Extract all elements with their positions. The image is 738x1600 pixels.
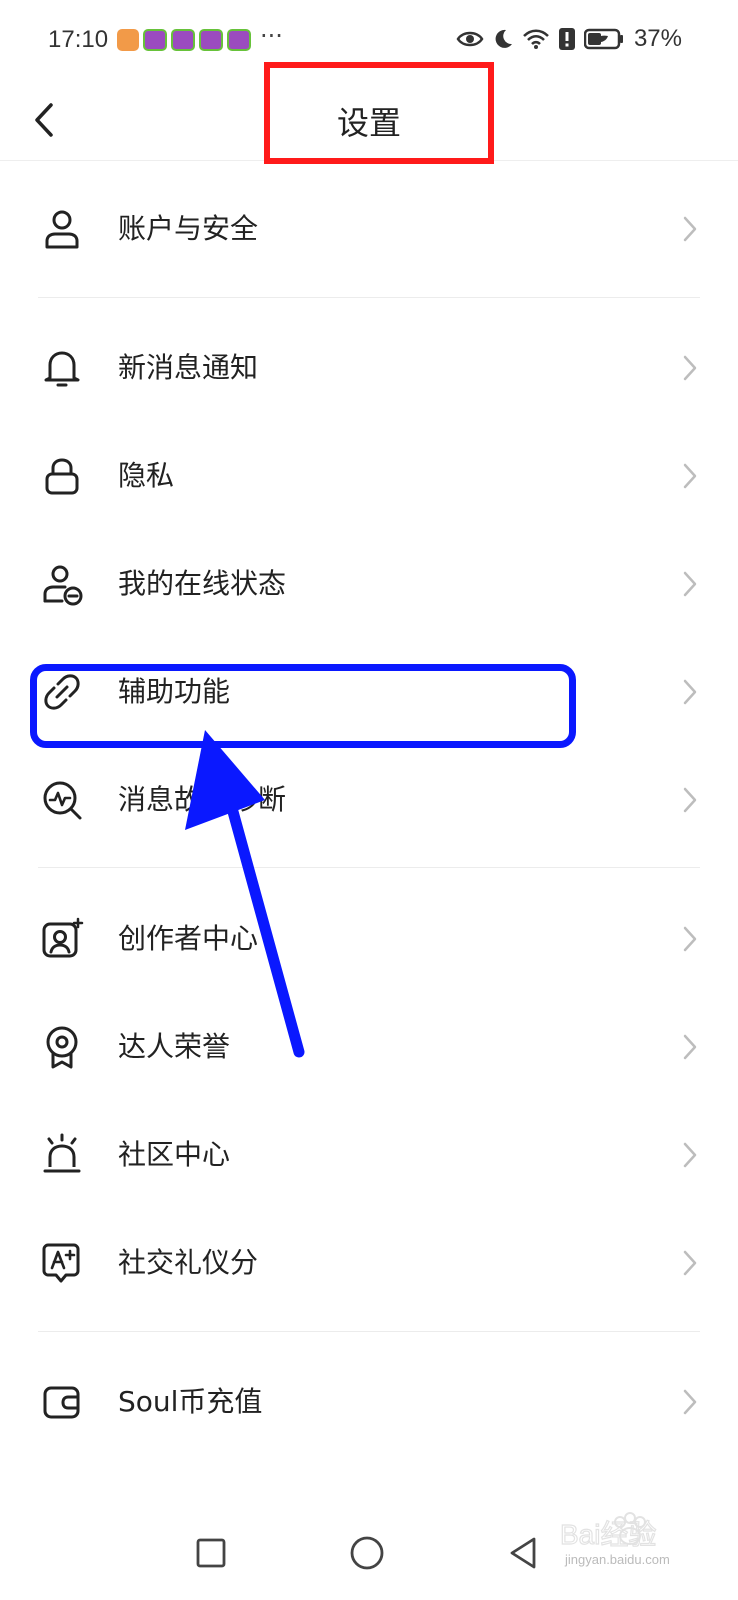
settings-item-label: 新消息通知 bbox=[118, 351, 259, 384]
divider bbox=[38, 867, 700, 868]
app-orange-icon bbox=[117, 29, 139, 51]
settings-item-honor[interactable]: 达人荣誉 bbox=[0, 993, 738, 1101]
chevron-right-icon bbox=[683, 679, 697, 705]
chevron-right-icon bbox=[683, 926, 697, 952]
title-highlight-box bbox=[264, 62, 494, 164]
watermark-url: jingyan.baidu.com bbox=[565, 1552, 670, 1567]
moon-icon bbox=[495, 29, 512, 48]
chevron-right-icon bbox=[683, 1250, 697, 1276]
settings-item-label: 创作者中心 bbox=[118, 922, 259, 955]
badge-icon bbox=[46, 1026, 78, 1069]
settings-item-label: 达人荣誉 bbox=[118, 1030, 231, 1063]
watermark-text: Bai经验 bbox=[560, 1519, 656, 1550]
diagnose-icon bbox=[43, 781, 82, 820]
settings-item-social-etiquette[interactable]: 社交礼仪分 bbox=[0, 1209, 738, 1317]
user-icon bbox=[45, 210, 79, 249]
alarm-light-icon bbox=[43, 1133, 81, 1173]
game-app-icon bbox=[143, 29, 167, 51]
settings-item-soul-coin-recharge[interactable]: Soul币充值 bbox=[0, 1348, 738, 1456]
creator-icon bbox=[42, 917, 84, 958]
wifi-icon bbox=[523, 29, 549, 49]
chevron-right-icon bbox=[683, 355, 697, 381]
game-app-icon bbox=[199, 29, 223, 51]
settings-item-label: 消息故障诊断 bbox=[118, 783, 287, 816]
settings-item-label: 社区中心 bbox=[118, 1138, 231, 1171]
settings-item-label: 隐私 bbox=[118, 459, 175, 492]
settings-item-label: 社交礼仪分 bbox=[118, 1246, 259, 1279]
divider bbox=[38, 297, 700, 298]
chevron-right-icon bbox=[683, 1389, 697, 1415]
settings-item-notifications[interactable]: 新消息通知 bbox=[0, 314, 738, 422]
chevron-right-icon bbox=[683, 1142, 697, 1168]
square-recents-icon bbox=[196, 1538, 226, 1568]
eye-icon bbox=[456, 31, 484, 47]
score-icon bbox=[42, 1243, 80, 1283]
settings-item-label: 账户与安全 bbox=[118, 212, 259, 245]
more-notifications-icon: ··· bbox=[260, 22, 283, 50]
wallet-icon bbox=[43, 1386, 80, 1419]
settings-item-label: 我的在线状态 bbox=[118, 567, 287, 600]
recents-button[interactable] bbox=[186, 1528, 236, 1578]
bell-icon bbox=[44, 351, 80, 387]
status-time: 17:10 bbox=[48, 26, 109, 53]
chevron-right-icon bbox=[683, 571, 697, 597]
triangle-back-icon bbox=[510, 1537, 536, 1569]
battery-percent: 37% bbox=[633, 25, 682, 52]
lock-icon bbox=[45, 458, 79, 495]
chevron-right-icon bbox=[683, 787, 697, 813]
alert-icon bbox=[558, 28, 575, 50]
settings-item-online-status[interactable]: 我的在线状态 bbox=[0, 530, 738, 638]
game-app-icon bbox=[227, 29, 251, 51]
circle-home-icon bbox=[350, 1536, 384, 1570]
settings-item-community-center[interactable]: 社区中心 bbox=[0, 1101, 738, 1209]
battery-icon bbox=[583, 28, 623, 50]
settings-item-label: Soul币充值 bbox=[118, 1385, 263, 1418]
nav-back-button[interactable] bbox=[498, 1528, 548, 1578]
game-app-icon bbox=[171, 29, 195, 51]
chevron-right-icon bbox=[683, 463, 697, 489]
chevron-right-icon bbox=[683, 1034, 697, 1060]
home-button[interactable] bbox=[342, 1528, 392, 1578]
user-status-icon bbox=[43, 565, 83, 606]
divider bbox=[38, 1331, 700, 1332]
accessibility-highlight-box bbox=[30, 664, 576, 748]
chevron-right-icon bbox=[683, 216, 697, 242]
settings-item-privacy[interactable]: 隐私 bbox=[0, 422, 738, 530]
baidu-paw-logo: Bai经验 bbox=[560, 1512, 657, 1551]
settings-item-creator-center[interactable]: 创作者中心 bbox=[0, 885, 738, 993]
status-right-icons: 37% bbox=[456, 24, 682, 54]
settings-item-account-security[interactable]: 账户与安全 bbox=[0, 175, 738, 283]
settings-item-message-diagnosis[interactable]: 消息故障诊断 bbox=[0, 746, 738, 854]
